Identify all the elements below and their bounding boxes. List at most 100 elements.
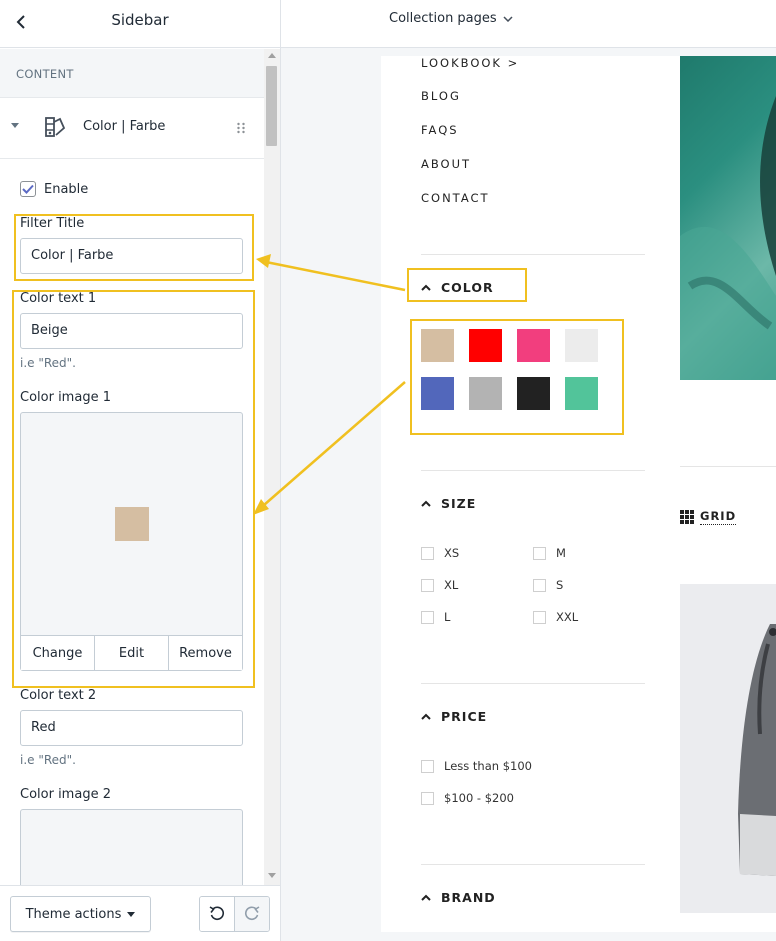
sidebar-header: Sidebar [0, 0, 280, 48]
price-option-under-100[interactable]: Less than $100 [421, 759, 532, 773]
chevron-down-icon [503, 15, 513, 22]
block-row-color-filter[interactable]: Color | Farbe [0, 98, 264, 159]
nav-link-lookbook[interactable]: LOOKBOOK > [421, 56, 519, 70]
option-label: M [556, 546, 566, 560]
color-swatch[interactable] [517, 329, 550, 362]
color-swatch[interactable] [421, 329, 454, 362]
section-label: CONTENT [16, 67, 74, 81]
enable-checkbox[interactable] [20, 181, 36, 197]
grid-view-toggle[interactable]: GRID [680, 509, 737, 525]
brand-filter-title: BRAND [441, 890, 496, 905]
color-swatch[interactable] [517, 377, 550, 410]
nav-link-contact[interactable]: CONTACT [421, 191, 490, 205]
block-name: Color | Farbe [83, 119, 166, 134]
chevron-up-icon [421, 713, 431, 720]
sidebar-footer: Theme actions [0, 885, 280, 941]
price-option-100-200[interactable]: $100 - $200 [421, 791, 514, 805]
undo-icon [209, 906, 225, 921]
nav-link-faqs[interactable]: FAQS [421, 123, 459, 137]
content-section-header: CONTENT [0, 49, 264, 98]
preview-topbar: Collection pages [281, 0, 776, 48]
color-text-2-help: i.e "Red". [20, 753, 76, 767]
size-option-xl[interactable]: XL [421, 578, 458, 592]
filter-title-label: Filter Title [20, 216, 85, 231]
sidebar-title: Sidebar [111, 11, 169, 29]
divider [680, 466, 776, 467]
size-option-m[interactable]: M [533, 546, 566, 560]
option-label: $100 - $200 [444, 791, 514, 805]
scrollbar-thumb[interactable] [266, 66, 277, 146]
option-checkbox[interactable] [421, 759, 434, 773]
option-label: Less than $100 [444, 759, 532, 773]
divider [421, 683, 645, 684]
edit-image-button[interactable]: Edit [95, 636, 169, 670]
undo-button[interactable] [200, 897, 234, 931]
color-text-1-help: i.e "Red". [20, 356, 76, 370]
color-swatch[interactable] [565, 329, 598, 362]
option-checkbox[interactable] [421, 546, 434, 560]
caret-down-icon [127, 911, 136, 917]
redo-icon [244, 906, 260, 921]
nav-link-blog[interactable]: BLOG [421, 89, 461, 103]
redo-button[interactable] [234, 897, 269, 931]
checkmark-icon [22, 184, 34, 194]
option-checkbox[interactable] [533, 578, 546, 592]
sidebar-scrollbar[interactable] [264, 49, 280, 885]
page-type-select[interactable]: Collection pages [389, 11, 513, 26]
grid-icon [680, 510, 694, 524]
color-text-2-label: Color text 2 [20, 688, 97, 703]
option-label: XXL [556, 610, 579, 624]
divider [421, 864, 645, 865]
color-swatch[interactable] [469, 377, 502, 410]
option-checkbox[interactable] [421, 791, 434, 805]
color-image-1-label: Color image 1 [20, 390, 111, 405]
undo-redo-group [199, 896, 270, 932]
option-label: XS [444, 546, 460, 560]
size-option-s[interactable]: S [533, 578, 563, 592]
theme-actions-button[interactable]: Theme actions [10, 896, 151, 932]
size-option-l[interactable]: L [421, 610, 450, 624]
change-image-button[interactable]: Change [21, 636, 95, 670]
brand-filter-header[interactable]: BRAND [421, 890, 496, 905]
color-swatch[interactable] [565, 377, 598, 410]
size-option-xxl[interactable]: XXL [533, 610, 578, 624]
remove-image-button[interactable]: Remove [169, 636, 242, 670]
size-option-xs[interactable]: XS [421, 546, 459, 560]
color-swatch[interactable] [469, 329, 502, 362]
editor-sidebar: Sidebar CONTENT Color | Farbe Enable Fil… [0, 0, 281, 941]
color-text-2-input[interactable]: Red [20, 710, 243, 746]
chevron-up-icon [421, 894, 431, 901]
color-text-1-input[interactable]: Beige [20, 313, 243, 349]
scroll-down-arrow-icon[interactable] [268, 873, 276, 878]
size-filter-header[interactable]: SIZE [421, 496, 476, 511]
caret-down-icon[interactable] [10, 122, 20, 130]
price-filter-header[interactable]: PRICE [421, 709, 487, 724]
color-image-2-label: Color image 2 [20, 787, 111, 802]
enable-label: Enable [44, 182, 89, 197]
shoe-image-shapes [738, 624, 776, 876]
color-image-1-preview [115, 507, 149, 541]
filter-block-icon [45, 117, 66, 137]
color-text-1-label: Color text 1 [20, 291, 97, 306]
filter-title-input[interactable]: Color | Farbe [20, 238, 243, 274]
color-image-1-picker[interactable]: Change Edit Remove [20, 412, 243, 671]
page-select-label: Collection pages [389, 11, 497, 26]
hero-product-image [680, 56, 776, 380]
divider [421, 254, 645, 255]
chevron-up-icon [421, 284, 431, 291]
nav-link-about[interactable]: ABOUT [421, 157, 471, 171]
option-label: S [556, 578, 564, 592]
color-swatch[interactable] [421, 377, 454, 410]
product-image-shoe[interactable] [680, 584, 776, 913]
option-checkbox[interactable] [533, 546, 546, 560]
scroll-up-arrow-icon[interactable] [268, 53, 276, 58]
chevron-up-icon [421, 500, 431, 507]
theme-actions-label: Theme actions [25, 906, 122, 922]
hero-image-shapes [680, 96, 776, 380]
image-picker-actions: Change Edit Remove [21, 635, 242, 670]
drag-handle-icon[interactable] [236, 122, 246, 134]
option-checkbox[interactable] [533, 610, 546, 624]
option-checkbox[interactable] [421, 610, 434, 624]
option-checkbox[interactable] [421, 578, 434, 592]
color-filter-header[interactable]: COLOR [421, 280, 494, 295]
